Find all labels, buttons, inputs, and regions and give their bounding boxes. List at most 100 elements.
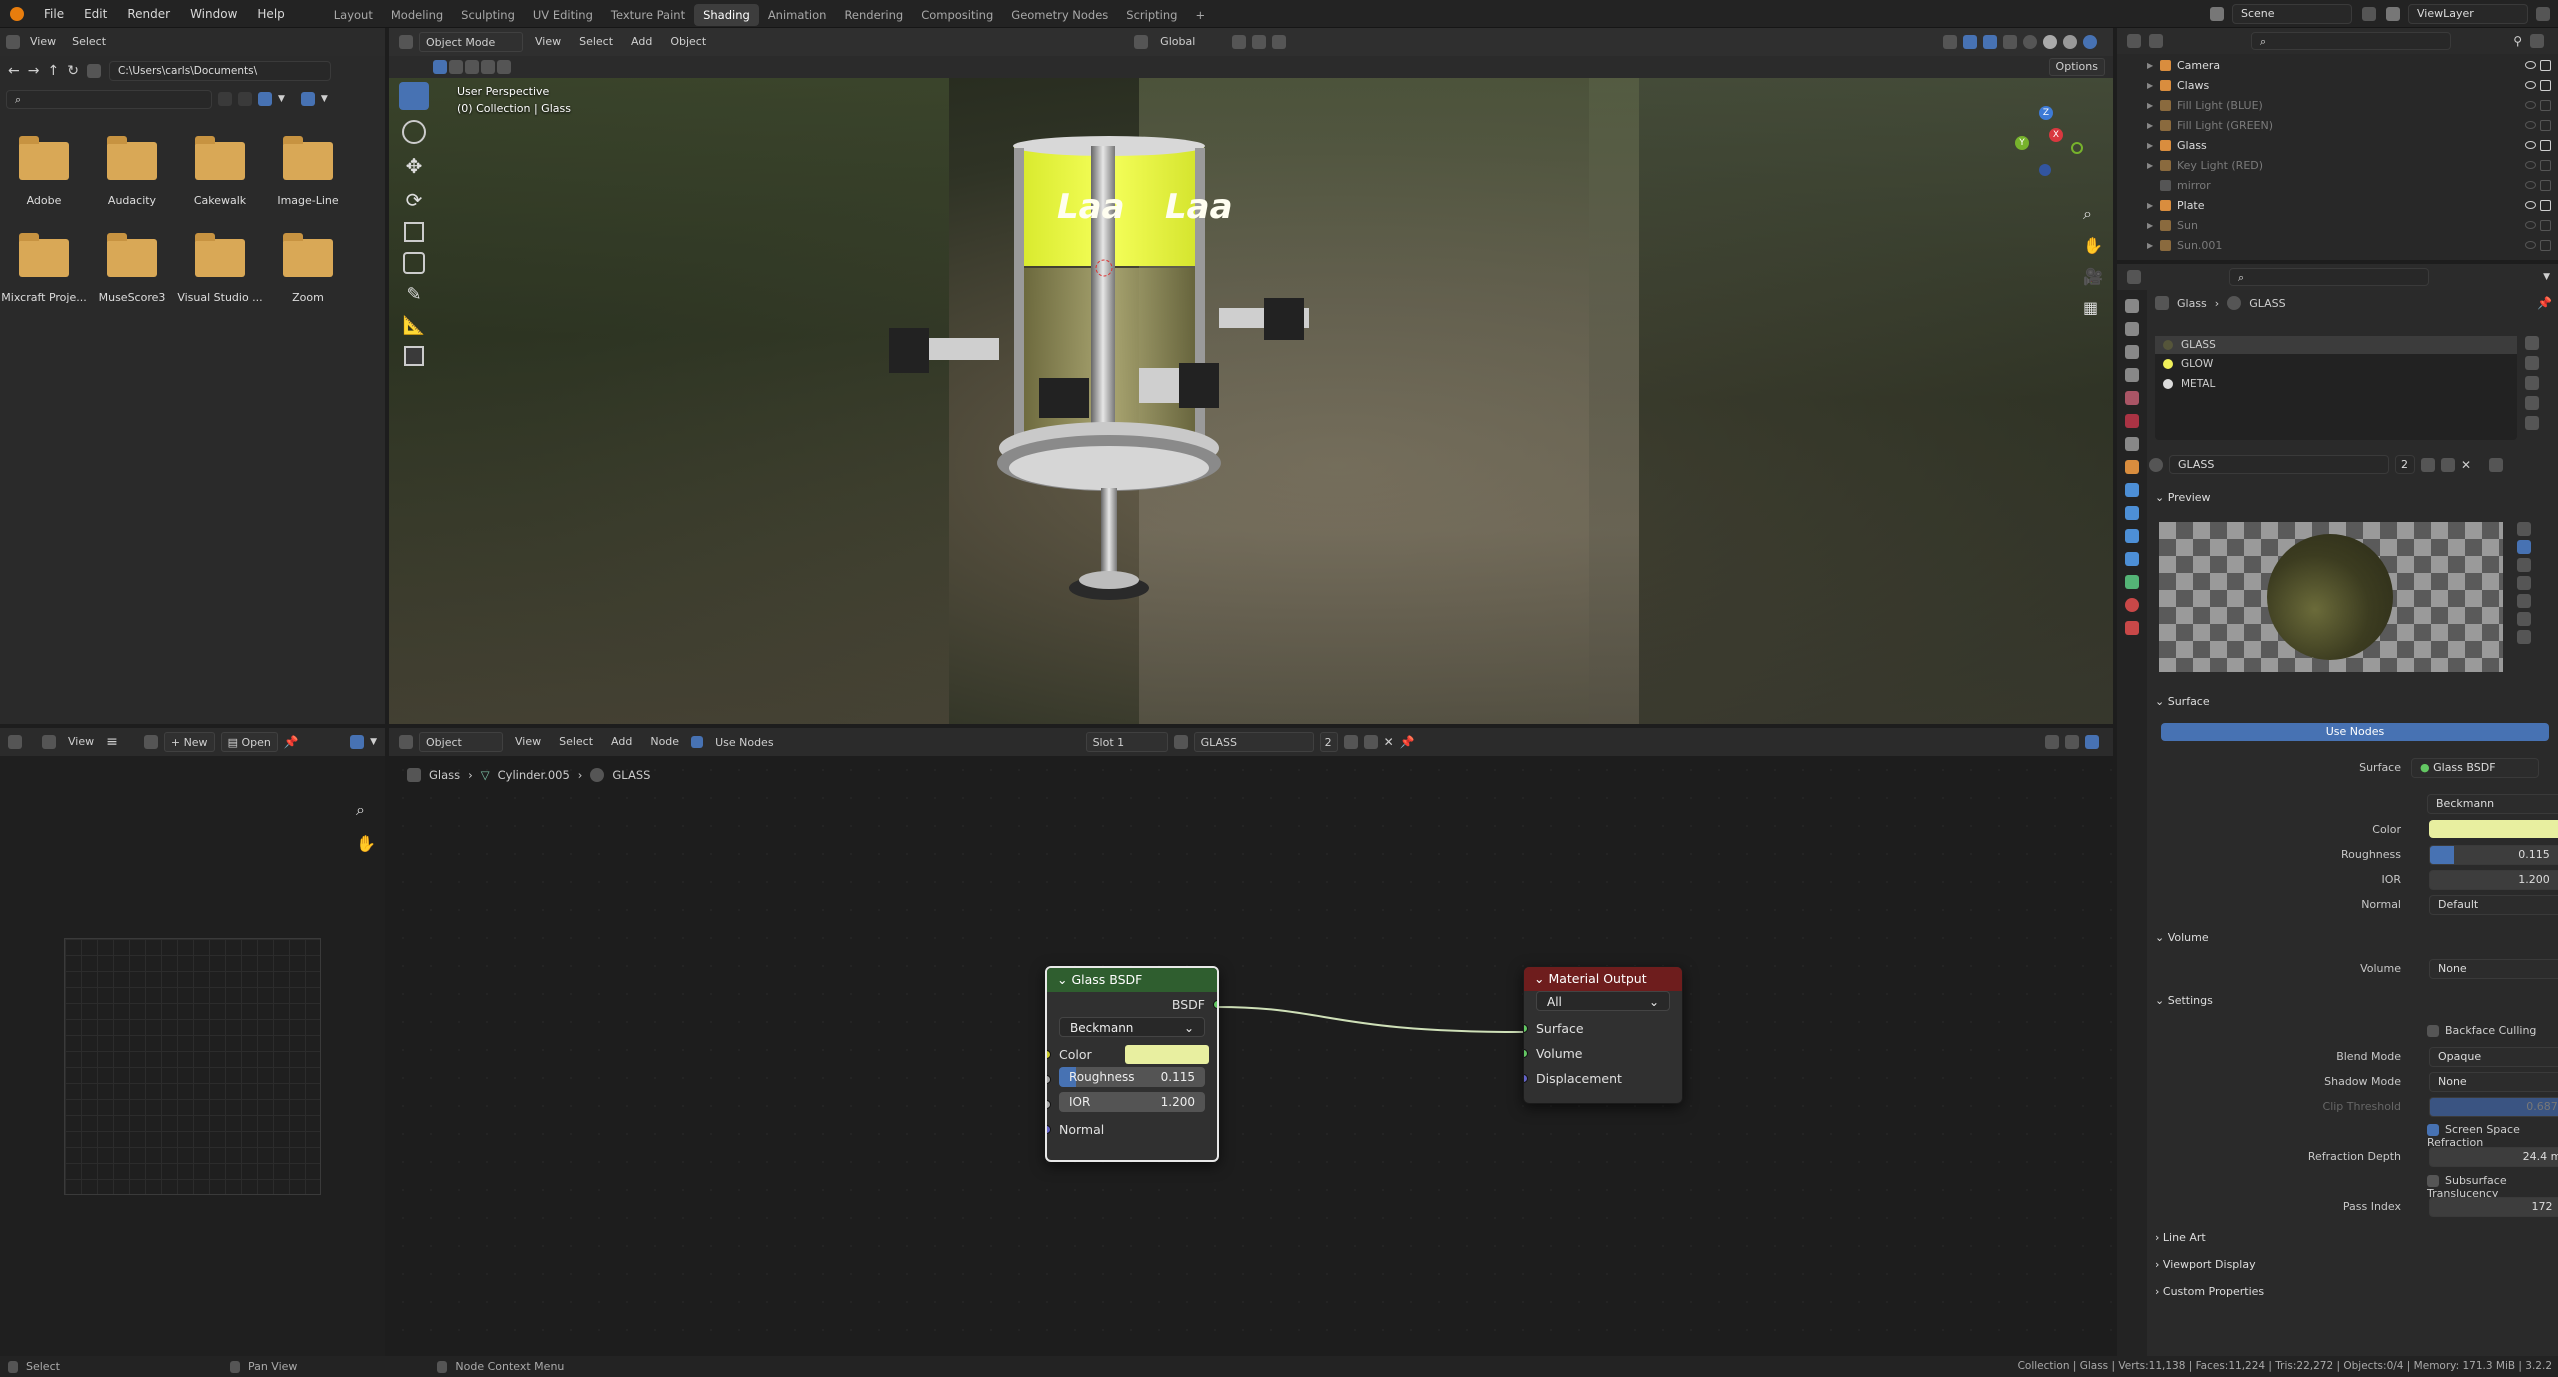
surface-shader-field[interactable]: ● Glass BSDF — [2411, 758, 2539, 778]
new-folder-icon[interactable] — [86, 64, 101, 78]
editor-type-icon[interactable] — [399, 35, 413, 49]
roughness-field[interactable]: Roughness 0.115 — [1059, 1067, 1205, 1087]
expand-triangle-icon[interactable]: ▶ — [2147, 96, 2153, 116]
tab-rendering[interactable]: Rendering — [835, 4, 912, 26]
menu-render[interactable]: Render — [117, 0, 180, 28]
outliner-item-sun[interactable]: ▶ Sun — [2117, 216, 2558, 236]
expand-triangle-icon[interactable]: ▶ — [2147, 216, 2153, 236]
expand-triangle-icon[interactable]: ▶ — [2147, 156, 2153, 176]
properties-search-input[interactable]: ⌕ — [2229, 268, 2429, 286]
glass-bsdf-node[interactable]: ⌄ Glass BSDF BSDF Beckmann ⌄ Color Roughn… — [1045, 966, 1219, 1162]
menu-window[interactable]: Window — [180, 0, 247, 28]
roughness-socket[interactable] — [1047, 1075, 1051, 1084]
add-slot-icon[interactable] — [2525, 336, 2539, 350]
cursor-tool-icon[interactable] — [402, 120, 426, 144]
proportional-edit-icon[interactable] — [1272, 35, 1287, 49]
solid-shading-icon[interactable] — [2043, 35, 2057, 49]
folder-adobe[interactable]: Adobe — [0, 136, 88, 207]
viewport-menu-select[interactable]: Select — [573, 32, 619, 52]
tab-texture-paint[interactable]: Texture Paint — [602, 4, 694, 26]
orientation-dropdown[interactable]: Global — [1154, 32, 1226, 52]
new-image-button[interactable]: + New — [163, 732, 215, 752]
gizmo-neg-y-icon[interactable] — [2071, 142, 2083, 154]
clip-threshold-field[interactable]: 0.687 — [2429, 1097, 2558, 1117]
tab-layout[interactable]: Layout — [325, 4, 382, 26]
color-swatch[interactable] — [1125, 1045, 1209, 1064]
refresh-icon[interactable]: ↻ — [67, 63, 79, 79]
pass-index-field[interactable]: 172 — [2429, 1197, 2558, 1217]
outliner-item-mirror[interactable]: mirror — [2117, 176, 2558, 196]
backface-culling-checkbox[interactable] — [2427, 1025, 2439, 1037]
eye-icon[interactable] — [2525, 161, 2536, 169]
line-art-section-header[interactable]: › Line Art — [2155, 1227, 2206, 1249]
annotate-tool-icon[interactable]: ✎ — [406, 284, 421, 305]
menu-file[interactable]: File — [34, 0, 74, 28]
filter-icon[interactable]: ⚲ — [2513, 34, 2522, 48]
move-tool-icon[interactable]: ✥ — [406, 154, 423, 178]
add-cube-tool-icon[interactable] — [404, 346, 424, 366]
render-icon[interactable] — [2540, 60, 2551, 71]
folder-zoom[interactable]: Zoom — [264, 233, 352, 304]
list-view-icon[interactable] — [218, 92, 232, 106]
settings-section-header[interactable]: ⌄ Settings — [2155, 990, 2213, 1012]
file-menu-view[interactable]: View — [24, 32, 62, 52]
chevron-down-icon[interactable]: ▼ — [278, 94, 285, 104]
output-tab-icon[interactable] — [2125, 345, 2139, 359]
remove-slot-icon[interactable] — [2525, 356, 2539, 370]
duplicate-material-icon[interactable] — [2441, 457, 2455, 472]
eye-icon[interactable] — [2525, 121, 2536, 129]
menu-help[interactable]: Help — [247, 0, 294, 28]
add-workspace-button[interactable]: + — [1186, 4, 1214, 26]
select-new-icon[interactable] — [433, 60, 447, 74]
eye-icon[interactable] — [2525, 181, 2536, 189]
path-field[interactable]: C:\Users\carls\Documents\ — [108, 61, 331, 81]
glass-node-header[interactable]: ⌄ Glass BSDF — [1047, 968, 1217, 992]
preview-hair-icon[interactable] — [2517, 576, 2531, 590]
outliner-item-fill-light-blue[interactable]: ▶ Fill Light (BLUE) — [2117, 96, 2558, 116]
pan-hand-icon[interactable]: ✋ — [2083, 236, 2103, 255]
render-icon[interactable] — [2540, 80, 2551, 91]
folder-audacity[interactable]: Audacity — [88, 136, 176, 207]
folder-image-line[interactable]: Image-Line — [264, 136, 352, 207]
slot-item-metal[interactable]: METAL — [2155, 374, 2517, 394]
select-invert-icon[interactable] — [481, 60, 495, 74]
eye-icon[interactable] — [2525, 81, 2536, 89]
display-mode-icon[interactable] — [2149, 34, 2163, 48]
tab-shading[interactable]: Shading — [694, 4, 759, 26]
viewport-display-section-header[interactable]: › Viewport Display — [2155, 1254, 2256, 1276]
image-overlay-icon[interactable] — [350, 735, 365, 749]
volume-socket[interactable] — [1524, 1049, 1528, 1058]
preview-sphere-icon[interactable] — [2517, 540, 2531, 554]
pin-icon[interactable]: 📌 — [2537, 296, 2552, 310]
backface-culling-row[interactable]: Backface Culling — [2427, 1024, 2536, 1037]
distribution-dropdown[interactable]: Beckmann⌄ — [2427, 794, 2558, 814]
blender-logo-icon[interactable] — [0, 6, 34, 21]
eye-icon[interactable] — [2525, 241, 2536, 249]
expand-triangle-icon[interactable]: ▶ — [2147, 236, 2153, 256]
outliner-item-fill-light-green[interactable]: ▶ Fill Light (GREEN) — [2117, 116, 2558, 136]
physics-tab-icon[interactable] — [2125, 529, 2139, 543]
expand-triangle-icon[interactable]: ▶ — [2147, 136, 2153, 156]
thumbnail-large-icon[interactable] — [258, 92, 272, 106]
image-browse-icon[interactable] — [143, 735, 158, 749]
slot-item-glass[interactable]: GLASS — [2155, 336, 2517, 354]
forward-arrow-icon[interactable]: → — [28, 63, 40, 79]
tab-compositing[interactable]: Compositing — [912, 4, 1002, 26]
volume-section-header[interactable]: ⌄ Volume — [2155, 927, 2209, 949]
constraints-tab-icon[interactable] — [2125, 552, 2139, 566]
editor-type-icon[interactable] — [2127, 34, 2141, 48]
xray-icon[interactable] — [2003, 35, 2017, 49]
parent-dir-icon[interactable]: ↑ — [47, 63, 59, 79]
view-layer-tab-icon[interactable] — [2125, 368, 2139, 382]
material-output-node[interactable]: ⌄ Material Output All ⌄ Surface Volume Di… — [1523, 966, 1683, 1104]
blend-mode-dropdown[interactable]: Opaque⌄ — [2429, 1047, 2558, 1067]
gizmo-x-icon[interactable]: X — [2049, 128, 2063, 142]
preview-monkey-icon[interactable] — [2517, 594, 2531, 608]
render-icon[interactable] — [2540, 140, 2551, 151]
pivot-icon[interactable] — [1232, 35, 1247, 49]
material-browse-icon[interactable] — [2149, 457, 2163, 472]
use-nodes-button[interactable]: Use Nodes — [2161, 723, 2549, 741]
ior-field[interactable]: IOR 1.200 — [1059, 1092, 1205, 1112]
expand-triangle-icon[interactable]: ▶ — [2147, 116, 2153, 136]
editor-type-icon[interactable] — [8, 735, 22, 749]
